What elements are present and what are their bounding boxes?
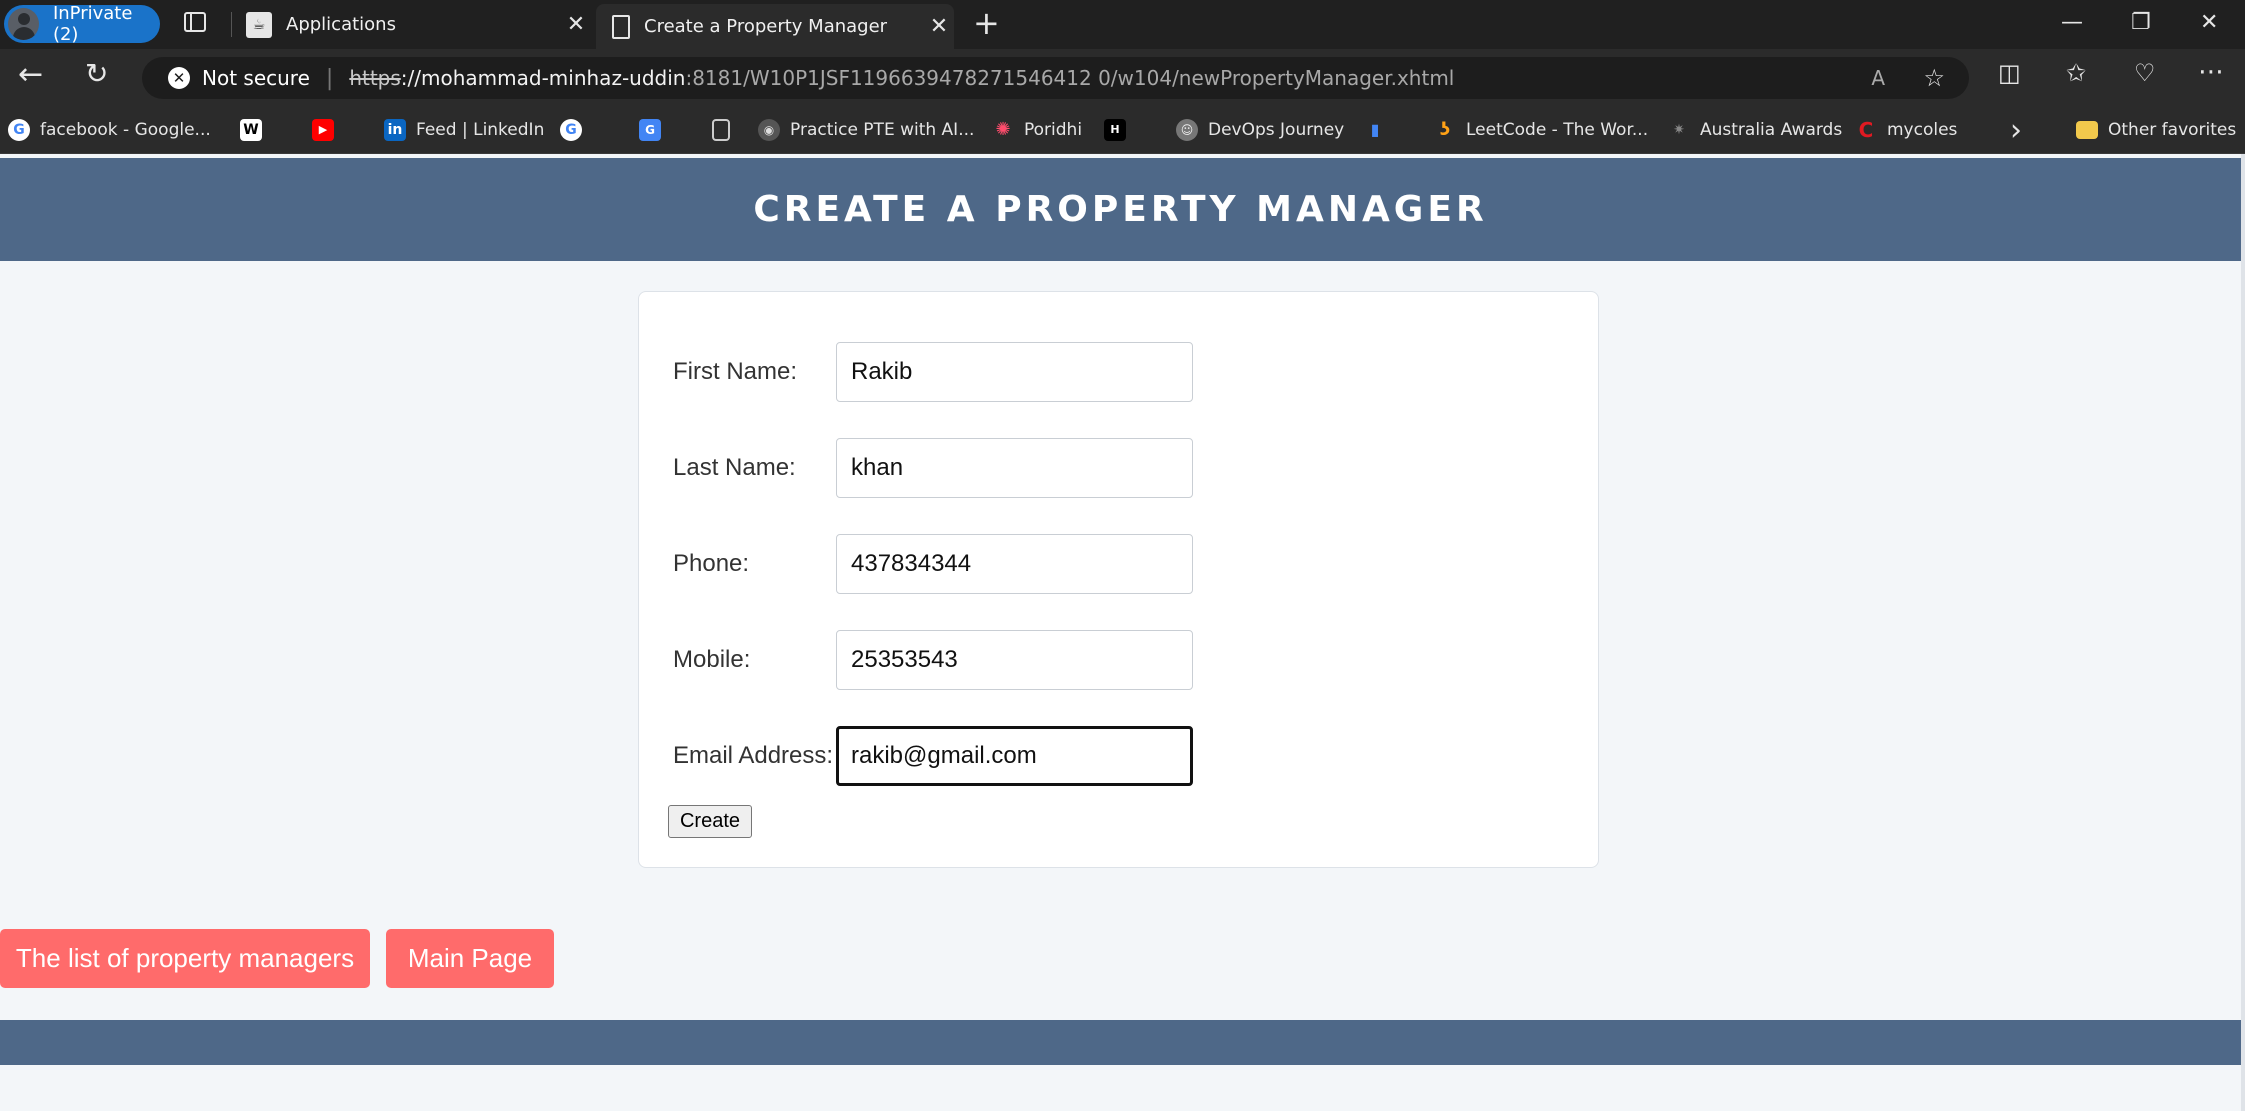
phone-input[interactable] [836,534,1193,594]
page-title: CREATE A PROPERTY MANAGER [753,189,1488,230]
first-name-input[interactable] [836,342,1193,402]
new-tab-icon[interactable]: + [973,4,1000,42]
favorites-overflow-icon[interactable]: › [2010,106,2022,154]
coles-icon: C [1858,118,1874,142]
email-input[interactable] [836,726,1193,786]
mobile-input[interactable] [836,630,1193,690]
google-icon: G [560,119,582,141]
read-aloud-icon[interactable]: A [1871,66,1885,90]
avatar [8,8,39,40]
page-footer [0,1020,2241,1065]
australia-awards-icon: ✷ [1673,122,1685,138]
fav-youtube[interactable]: ▶ [312,106,344,154]
create-button[interactable]: Create [668,805,752,838]
fav-linkedin[interactable]: in Feed | LinkedIn [384,106,544,154]
last-name-label: Last Name: [673,454,796,481]
fav-google[interactable]: G [560,106,592,154]
tab-label: Create a Property Manager [644,16,888,37]
pte-icon: ◉ [758,119,780,141]
fav-leetcode[interactable]: ʖ LeetCode - The Wor... [1434,106,1648,154]
first-name-row: First Name: [673,342,1193,402]
close-tab-icon[interactable]: ✕ [561,12,591,37]
chart-icon: ▮ [1370,120,1380,139]
google-icon: G [8,119,30,141]
linkedin-icon: in [384,119,406,141]
browser-toolbar: ← ↻ ✕ Not secure | https ://mohammad-min… [0,49,2245,106]
split-screen-icon[interactable]: ◫ [1998,59,2021,87]
phone-row: Phone: [673,534,1193,594]
fav-google-translate[interactable]: G [639,106,671,154]
browser-tab-bar: InPrivate (2) ☕ Applications ✕ Create a … [0,0,2245,49]
close-window-icon[interactable]: ✕ [2200,10,2218,35]
favorites-bar: G facebook - Google... W ▶ in Feed | Lin… [0,106,2245,154]
email-row: Email Address: [673,726,1193,786]
tab-label: Applications [286,14,396,35]
tab-applications[interactable]: ☕ Applications ✕ [236,0,591,49]
scrollbar-track[interactable] [2241,154,2245,1111]
first-name-label: First Name: [673,358,798,385]
other-favorites[interactable]: Other favorites [2076,106,2236,154]
restore-icon[interactable]: ❐ [2131,10,2151,35]
fav-wikipedia[interactable]: W [240,106,272,154]
fav-australia-awards[interactable]: ✷ Australia Awards [1668,106,1842,154]
address-bar[interactable]: ✕ Not secure | https ://mohammad-minhaz-… [142,57,1969,99]
java-icon: ☕ [246,11,272,38]
fav-hackerrank[interactable]: H [1104,106,1136,154]
folder-icon [2076,121,2098,139]
back-icon[interactable]: ← [18,57,43,92]
devops-icon: ☺ [1176,119,1198,141]
fav-pte[interactable]: ◉ Practice PTE with AI... [758,106,974,154]
last-name-row: Last Name: [673,438,1193,498]
main-page-button[interactable]: Main Page [386,929,554,988]
refresh-icon[interactable]: ↻ [85,57,108,90]
poridhi-icon: ✺ [995,119,1011,140]
wikipedia-icon: W [240,119,262,141]
fav-facebook-google[interactable]: G facebook - Google... [8,106,211,154]
document-icon [612,14,630,39]
minimize-icon[interactable]: — [2061,10,2083,35]
favorites-icon[interactable]: ✩ [2066,59,2086,87]
phone-label: Phone: [673,550,750,577]
mobile-row: Mobile: [673,630,1193,690]
tab-actions-icon[interactable] [184,12,206,32]
fav-mycoles[interactable]: C mycoles [1855,106,1958,154]
url-protocol: https [349,66,401,90]
property-manager-form: First Name: Last Name: Phone: Mobile: Em… [638,291,1599,868]
last-name-input[interactable] [836,438,1193,498]
favorite-star-icon[interactable]: ☆ [1923,64,1945,92]
inprivate-profile-button[interactable]: InPrivate (2) [4,3,160,45]
hackerrank-icon: H [1104,119,1126,141]
page-header: CREATE A PROPERTY MANAGER [0,158,2241,261]
property-manager-list-button[interactable]: The list of property managers [0,929,370,988]
fav-devops[interactable]: ☺ DevOps Journey [1176,106,1344,154]
fav-poridhi[interactable]: ✺ Poridhi [992,106,1082,154]
url-host: ://mohammad-minhaz-uddin [400,66,686,90]
tab-create-property-manager[interactable]: Create a Property Manager ✕ [596,4,954,49]
google-translate-icon: G [639,119,661,141]
more-menu-icon[interactable]: ⋯ [2198,57,2224,87]
not-secure-icon: ✕ [168,67,190,89]
inprivate-label: InPrivate (2) [52,3,133,45]
leetcode-icon: ʖ [1439,119,1451,140]
close-tab-icon[interactable]: ✕ [924,14,954,39]
url-path: :8181/W10P1JSF1196639478271546412 0/w104… [685,66,1455,90]
youtube-icon: ▶ [312,119,334,141]
fav-chart[interactable]: ▮ [1364,106,1396,154]
fav-document[interactable] [712,106,740,154]
mobile-label: Mobile: [673,646,751,673]
email-label: Email Address: [673,742,834,769]
document-icon [712,119,730,141]
browser-essentials-icon[interactable]: ♡ [2134,59,2156,87]
security-label: Not secure [202,66,310,90]
